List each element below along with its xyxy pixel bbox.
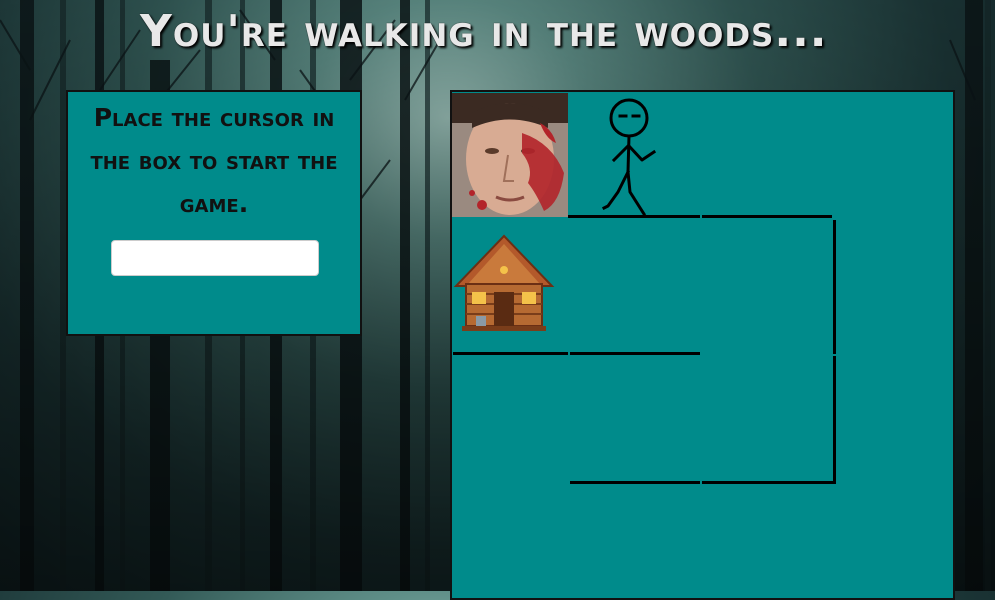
maze-wall — [702, 215, 832, 218]
maze-wall — [702, 481, 833, 484]
maze-wall — [570, 481, 700, 484]
bloody-face-icon — [452, 93, 568, 217]
page-title: You're walking in the woods... — [140, 6, 828, 57]
cabin-icon — [453, 234, 555, 331]
maze-wall — [833, 220, 836, 354]
start-instruction: Place the cursor in the box to start the… — [90, 103, 338, 218]
maze-wall — [570, 352, 700, 355]
maze-wall — [833, 356, 836, 484]
start-panel: Place the cursor in the box to start the… — [66, 90, 362, 336]
stick-figure-icon[interactable] — [598, 96, 664, 218]
maze-wall — [453, 352, 568, 355]
start-input[interactable] — [111, 240, 319, 276]
